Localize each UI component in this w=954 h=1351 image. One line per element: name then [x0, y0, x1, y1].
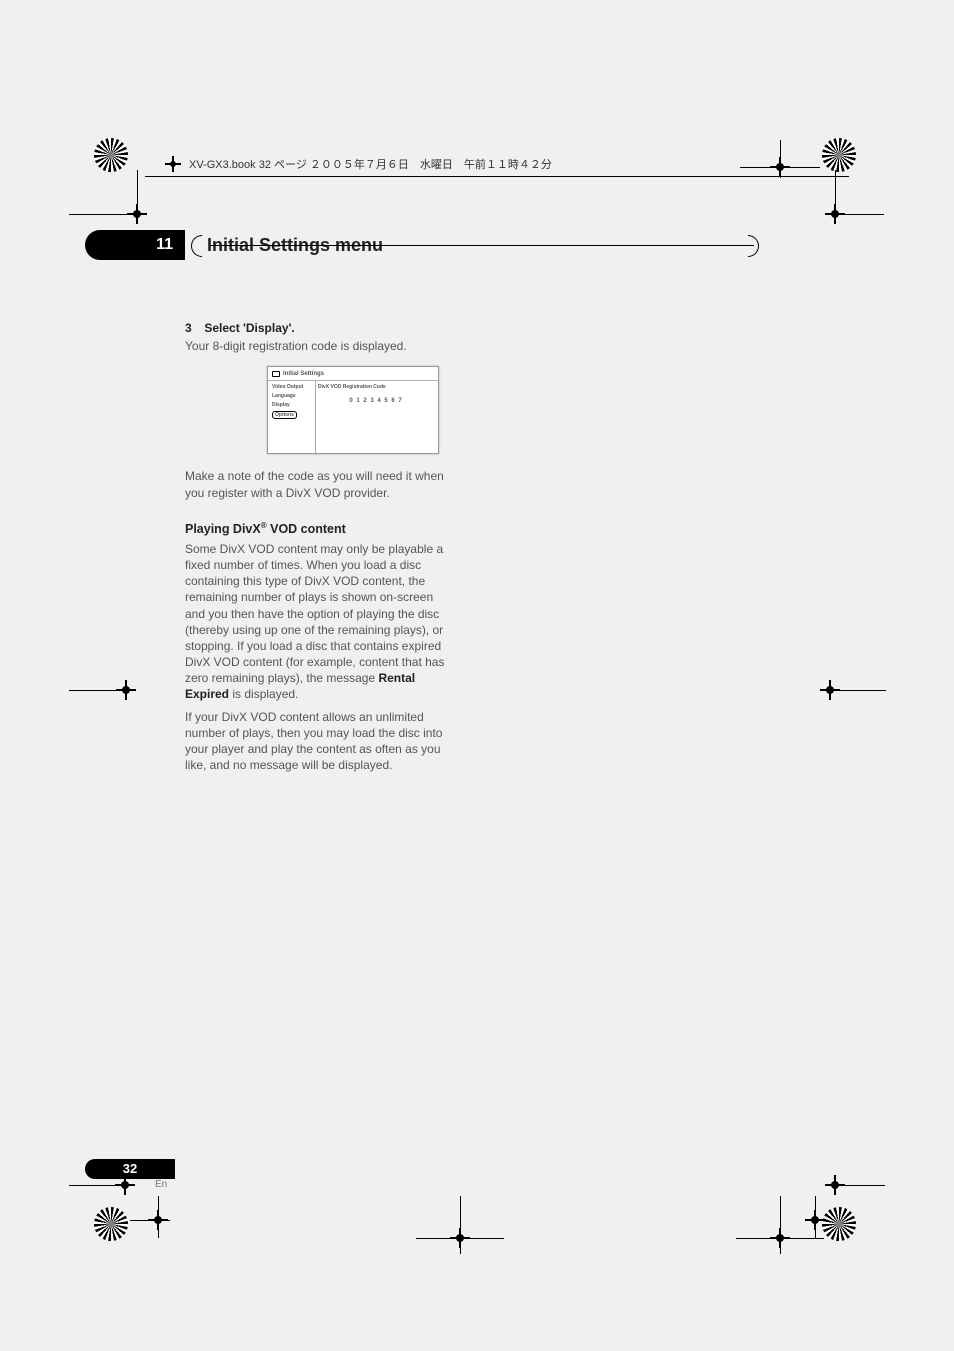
running-header: XV-GX3.book 32 ページ ２００５年７月６日 水曜日 午前１１時４２…	[165, 156, 552, 172]
osd-side-item: Video Output	[272, 384, 314, 391]
page-language: En	[155, 1179, 167, 1190]
step-heading: 3 Select 'Display'.	[185, 320, 455, 336]
h3-pre: Playing DivX	[185, 522, 261, 536]
osd-header: Initial Settings	[268, 367, 438, 381]
crosshair-icon	[165, 156, 181, 172]
osd-icon	[272, 371, 280, 377]
para-text: Some DivX VOD content may only be playab…	[185, 542, 444, 686]
reg-line	[137, 170, 138, 206]
crosshair-icon	[825, 1175, 845, 1195]
reg-line	[815, 1196, 816, 1238]
osd-main: DivX VOD Registration Code 0 1 2 3 4 5 6…	[314, 381, 438, 455]
subsection-heading: Playing DivX® VOD content	[185, 521, 455, 538]
osd-main-label: DivX VOD Registration Code	[318, 384, 434, 391]
reg-line	[844, 214, 884, 215]
chapter-rule	[210, 245, 754, 246]
reg-line	[780, 140, 781, 178]
reg-line	[838, 690, 886, 691]
page-number: 32	[85, 1159, 175, 1179]
para-text: is displayed.	[229, 687, 298, 701]
osd-screenshot: Initial Settings Video Output Language D…	[267, 366, 439, 454]
crosshair-icon	[820, 680, 840, 700]
reg-line	[69, 690, 117, 691]
header-rule	[145, 176, 849, 177]
reg-mark-icon	[822, 138, 856, 172]
content-column: 3 Select 'Display'. Your 8-digit registr…	[185, 320, 455, 779]
reg-mark-icon	[94, 1207, 128, 1241]
body-paragraph: Some DivX VOD content may only be playab…	[185, 541, 455, 703]
reg-line	[460, 1196, 461, 1254]
osd-header-label: Initial Settings	[283, 370, 324, 378]
osd-side-item-selected: Options	[272, 411, 297, 420]
chapter-number: 11	[85, 230, 185, 260]
reg-line	[843, 1185, 885, 1186]
reg-line	[780, 1196, 781, 1254]
reg-line	[69, 1185, 117, 1186]
step-number: 3	[185, 320, 201, 336]
step-description: Your 8-digit registration code is displa…	[185, 338, 455, 354]
h3-post: VOD content	[267, 522, 346, 536]
osd-reg-code: 0 1 2 3 4 5 6 7	[318, 397, 434, 405]
step-label: Select 'Display'.	[204, 321, 294, 335]
reg-line	[736, 1238, 824, 1239]
crosshair-icon	[127, 204, 147, 224]
reg-mark-icon	[94, 138, 128, 172]
osd-divider	[315, 381, 316, 455]
osd-sidebar: Video Output Language Display Options	[268, 381, 314, 455]
reg-mark-icon	[822, 1207, 856, 1241]
reg-line	[416, 1238, 504, 1239]
reg-line	[158, 1196, 159, 1238]
reg-line	[69, 214, 127, 215]
reg-line	[740, 167, 820, 168]
osd-side-item: Language	[272, 393, 314, 400]
crosshair-icon	[825, 204, 845, 224]
note-paragraph: Make a note of the code as you will need…	[185, 468, 455, 500]
osd-body: Video Output Language Display Options Di…	[268, 381, 438, 455]
page-number-pill: 32 En	[85, 1159, 175, 1179]
osd-side-item: Display	[272, 402, 314, 409]
reg-line	[130, 1220, 170, 1221]
crosshair-icon	[116, 680, 136, 700]
body-paragraph: If your DivX VOD content allows an unlim…	[185, 709, 455, 774]
running-header-text: XV-GX3.book 32 ページ ２００５年７月６日 水曜日 午前１１時４２…	[189, 156, 552, 172]
